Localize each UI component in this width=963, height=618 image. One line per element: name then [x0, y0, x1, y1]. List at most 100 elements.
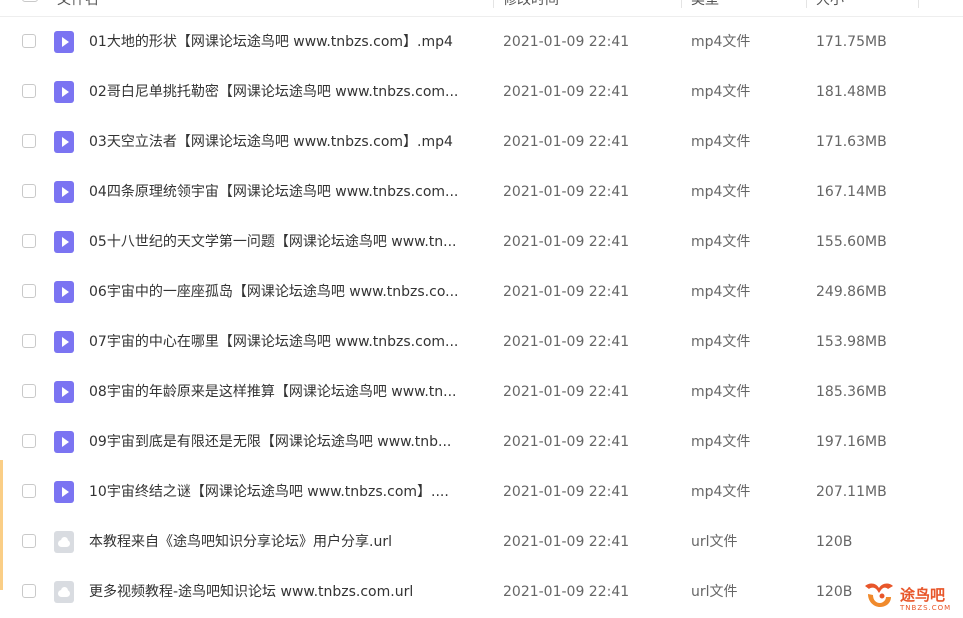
file-list-header: 文件名 修改时间 类型 大小	[0, 0, 963, 17]
file-list: 01大地的形状【网课论坛途鸟吧 www.tnbzs.com】.mp4 2021-0…	[0, 17, 963, 617]
video-file-icon	[54, 231, 74, 253]
tnbzs-logo-icon	[865, 583, 893, 607]
file-name[interactable]: 10宇宙终结之谜【网课论坛途鸟吧 www.tnbzs.com】....	[89, 483, 485, 501]
file-type: mp4文件	[691, 384, 751, 400]
row-checkbox[interactable]	[22, 234, 36, 248]
row-checkbox[interactable]	[22, 484, 36, 498]
column-divider	[681, 0, 682, 8]
file-name[interactable]: 07宇宙的中心在哪里【网课论坛途鸟吧 www.tnbzs.com...	[89, 333, 485, 351]
row-checkbox[interactable]	[22, 34, 36, 48]
watermark: 途鸟吧 TNBZS.COM	[858, 578, 963, 614]
file-type: mp4文件	[691, 84, 751, 100]
row-checkbox[interactable]	[22, 434, 36, 448]
file-row[interactable]: 08宇宙的年龄原来是这样推算【网课论坛途鸟吧 www.tn... 2021-01-…	[0, 367, 963, 417]
video-file-icon	[54, 81, 74, 103]
file-size: 181.48MB	[816, 84, 887, 100]
watermark-subtext: TNBZS.COM	[900, 604, 952, 612]
column-header-type[interactable]: 类型	[691, 0, 719, 16]
file-modified-time: 2021-01-09 22:41	[503, 184, 630, 200]
column-header-modified[interactable]: 修改时间	[503, 0, 559, 16]
file-type: mp4文件	[691, 34, 751, 50]
file-modified-time: 2021-01-09 22:41	[503, 84, 630, 100]
video-file-icon	[54, 481, 74, 503]
video-file-icon	[54, 181, 74, 203]
url-file-icon	[54, 531, 74, 553]
file-type: mp4文件	[691, 134, 751, 150]
file-size: 120B	[816, 534, 853, 550]
file-row[interactable]: 09宇宙到底是有限还是无限【网课论坛途鸟吧 www.tnb... 2021-01-…	[0, 417, 963, 467]
row-checkbox[interactable]	[22, 534, 36, 548]
file-name[interactable]: 06宇宙中的一座座孤岛【网课论坛途鸟吧 www.tnbzs.co...	[89, 283, 485, 301]
watermark-text: 途鸟吧	[900, 586, 946, 604]
row-checkbox[interactable]	[22, 584, 36, 598]
file-modified-time: 2021-01-09 22:41	[503, 434, 630, 450]
file-row[interactable]: 本教程来自《途鸟吧知识分享论坛》用户分享.url 2021-01-09 22:41…	[0, 517, 963, 567]
file-modified-time: 2021-01-09 22:41	[503, 534, 630, 550]
file-type: mp4文件	[691, 334, 751, 350]
video-file-icon	[54, 381, 74, 403]
video-file-icon	[54, 431, 74, 453]
file-size: 155.60MB	[816, 234, 887, 250]
file-name[interactable]: 04四条原理统领宇宙【网课论坛途鸟吧 www.tnbzs.com...	[89, 183, 485, 201]
file-modified-time: 2021-01-09 22:41	[503, 334, 630, 350]
column-divider	[806, 0, 807, 8]
file-row[interactable]: 更多视频教程-途鸟吧知识论坛 www.tnbzs.com.url 2021-01-…	[0, 567, 963, 617]
file-modified-time: 2021-01-09 22:41	[503, 284, 630, 300]
file-modified-time: 2021-01-09 22:41	[503, 234, 630, 250]
file-size: 197.16MB	[816, 434, 887, 450]
file-row[interactable]: 05十八世纪的天文学第一问题【网课论坛途鸟吧 www.tn... 2021-01-…	[0, 217, 963, 267]
row-checkbox[interactable]	[22, 184, 36, 198]
file-row[interactable]: 02哥白尼单挑托勒密【网课论坛途鸟吧 www.tnbzs.com... 2021-…	[0, 67, 963, 117]
file-modified-time: 2021-01-09 22:41	[503, 484, 630, 500]
file-size: 171.75MB	[816, 34, 887, 50]
file-size: 249.86MB	[816, 284, 887, 300]
file-size: 171.63MB	[816, 134, 887, 150]
row-checkbox[interactable]	[22, 334, 36, 348]
file-name[interactable]: 本教程来自《途鸟吧知识分享论坛》用户分享.url	[89, 533, 485, 551]
video-file-icon	[54, 31, 74, 53]
file-type: mp4文件	[691, 284, 751, 300]
file-type: mp4文件	[691, 184, 751, 200]
file-modified-time: 2021-01-09 22:41	[503, 384, 630, 400]
file-row[interactable]: 10宇宙终结之谜【网课论坛途鸟吧 www.tnbzs.com】.... 2021-…	[0, 467, 963, 517]
row-checkbox[interactable]	[22, 384, 36, 398]
file-modified-time: 2021-01-09 22:41	[503, 34, 630, 50]
column-divider	[493, 0, 494, 8]
column-divider	[918, 0, 919, 8]
file-modified-time: 2021-01-09 22:41	[503, 584, 630, 600]
video-file-icon	[54, 131, 74, 153]
file-row[interactable]: 01大地的形状【网课论坛途鸟吧 www.tnbzs.com】.mp4 2021-0…	[0, 17, 963, 67]
url-file-icon	[54, 581, 74, 603]
file-row[interactable]: 07宇宙的中心在哪里【网课论坛途鸟吧 www.tnbzs.com... 2021-…	[0, 317, 963, 367]
file-type: url文件	[691, 584, 738, 600]
file-list-window: 文件名 修改时间 类型 大小 01大地的形状【网课论坛途鸟吧 www.tnbzs…	[0, 0, 963, 618]
file-size: 167.14MB	[816, 184, 887, 200]
file-type: mp4文件	[691, 434, 751, 450]
file-name[interactable]: 更多视频教程-途鸟吧知识论坛 www.tnbzs.com.url	[89, 583, 485, 601]
file-name[interactable]: 09宇宙到底是有限还是无限【网课论坛途鸟吧 www.tnb...	[89, 433, 485, 451]
row-checkbox[interactable]	[22, 284, 36, 298]
file-row[interactable]: 06宇宙中的一座座孤岛【网课论坛途鸟吧 www.tnbzs.co... 2021-…	[0, 267, 963, 317]
video-file-icon	[54, 281, 74, 303]
file-name[interactable]: 08宇宙的年龄原来是这样推算【网课论坛途鸟吧 www.tn...	[89, 383, 485, 401]
file-type: mp4文件	[691, 484, 751, 500]
select-all-checkbox[interactable]	[22, 0, 38, 2]
row-checkbox[interactable]	[22, 84, 36, 98]
column-header-name[interactable]: 文件名	[57, 0, 99, 16]
video-file-icon	[54, 331, 74, 353]
file-name[interactable]: 05十八世纪的天文学第一问题【网课论坛途鸟吧 www.tn...	[89, 233, 485, 251]
file-size: 207.11MB	[816, 484, 887, 500]
file-size: 120B	[816, 584, 853, 600]
file-size: 185.36MB	[816, 384, 887, 400]
file-modified-time: 2021-01-09 22:41	[503, 134, 630, 150]
file-row[interactable]: 03天空立法者【网课论坛途鸟吧 www.tnbzs.com】.mp4 2021-0…	[0, 117, 963, 167]
file-name[interactable]: 03天空立法者【网课论坛途鸟吧 www.tnbzs.com】.mp4	[89, 133, 485, 151]
file-name[interactable]: 02哥白尼单挑托勒密【网课论坛途鸟吧 www.tnbzs.com...	[89, 83, 485, 101]
file-row[interactable]: 04四条原理统领宇宙【网课论坛途鸟吧 www.tnbzs.com... 2021-…	[0, 167, 963, 217]
column-header-size[interactable]: 大小	[816, 0, 844, 16]
file-type: url文件	[691, 534, 738, 550]
row-checkbox[interactable]	[22, 134, 36, 148]
file-type: mp4文件	[691, 234, 751, 250]
file-name[interactable]: 01大地的形状【网课论坛途鸟吧 www.tnbzs.com】.mp4	[89, 33, 485, 51]
file-size: 153.98MB	[816, 334, 887, 350]
